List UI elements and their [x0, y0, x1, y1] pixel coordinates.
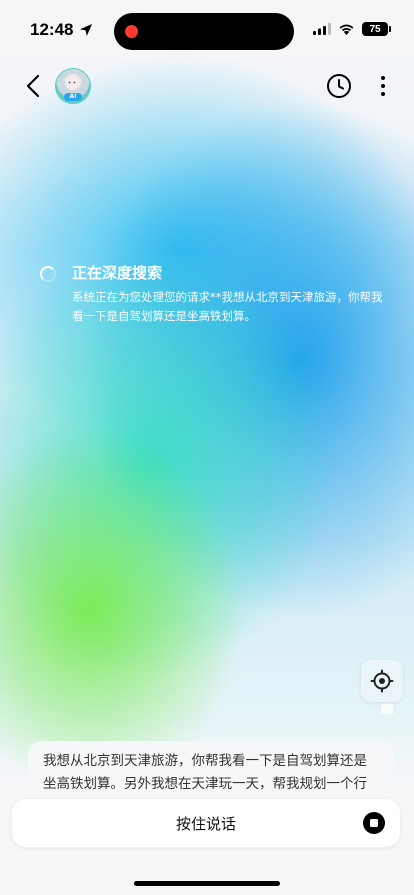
stop-square: [370, 819, 378, 827]
hold-to-talk-label: 按住说话: [175, 815, 236, 833]
back-button[interactable]: [20, 71, 46, 101]
status-bar: 12:48 75: [0, 0, 414, 60]
stop-icon[interactable]: [363, 812, 385, 834]
battery-icon: 75: [362, 22, 391, 36]
clock-icon: [327, 74, 351, 98]
status-time: 12:48: [30, 20, 93, 40]
ai-badge: AI: [64, 93, 82, 101]
top-nav: AI: [0, 65, 414, 107]
location-arrow-icon: [80, 24, 93, 36]
search-title: 正在深度搜索: [72, 264, 163, 282]
more-vertical-icon[interactable]: [378, 73, 388, 99]
home-indicator: [134, 881, 280, 886]
assistant-avatar[interactable]: AI: [55, 68, 91, 104]
scroll-indicator: [381, 704, 393, 714]
loading-spinner-icon: [40, 266, 56, 282]
cellular-signal-icon: [313, 23, 331, 35]
locate-button[interactable]: [361, 660, 403, 702]
hold-to-talk-button[interactable]: 按住说话: [12, 799, 400, 847]
battery-level: 75: [369, 23, 381, 35]
wifi-icon: [339, 24, 354, 35]
dynamic-island: [114, 13, 294, 50]
status-time-text: 12:48: [30, 20, 74, 39]
more-dot: [381, 76, 385, 80]
status-indicators: 75: [313, 22, 391, 36]
crosshair-icon: [370, 669, 394, 693]
history-button[interactable]: [326, 73, 352, 99]
chevron-left-icon: [26, 74, 40, 98]
more-dot: [381, 84, 385, 88]
search-description: 系统正在为您处理您的请求**我想从北京到天津旅游，你帮我看一下是自驾划算还是坐高…: [72, 290, 383, 323]
more-dot: [381, 92, 385, 96]
recording-dot-icon: [125, 25, 138, 38]
